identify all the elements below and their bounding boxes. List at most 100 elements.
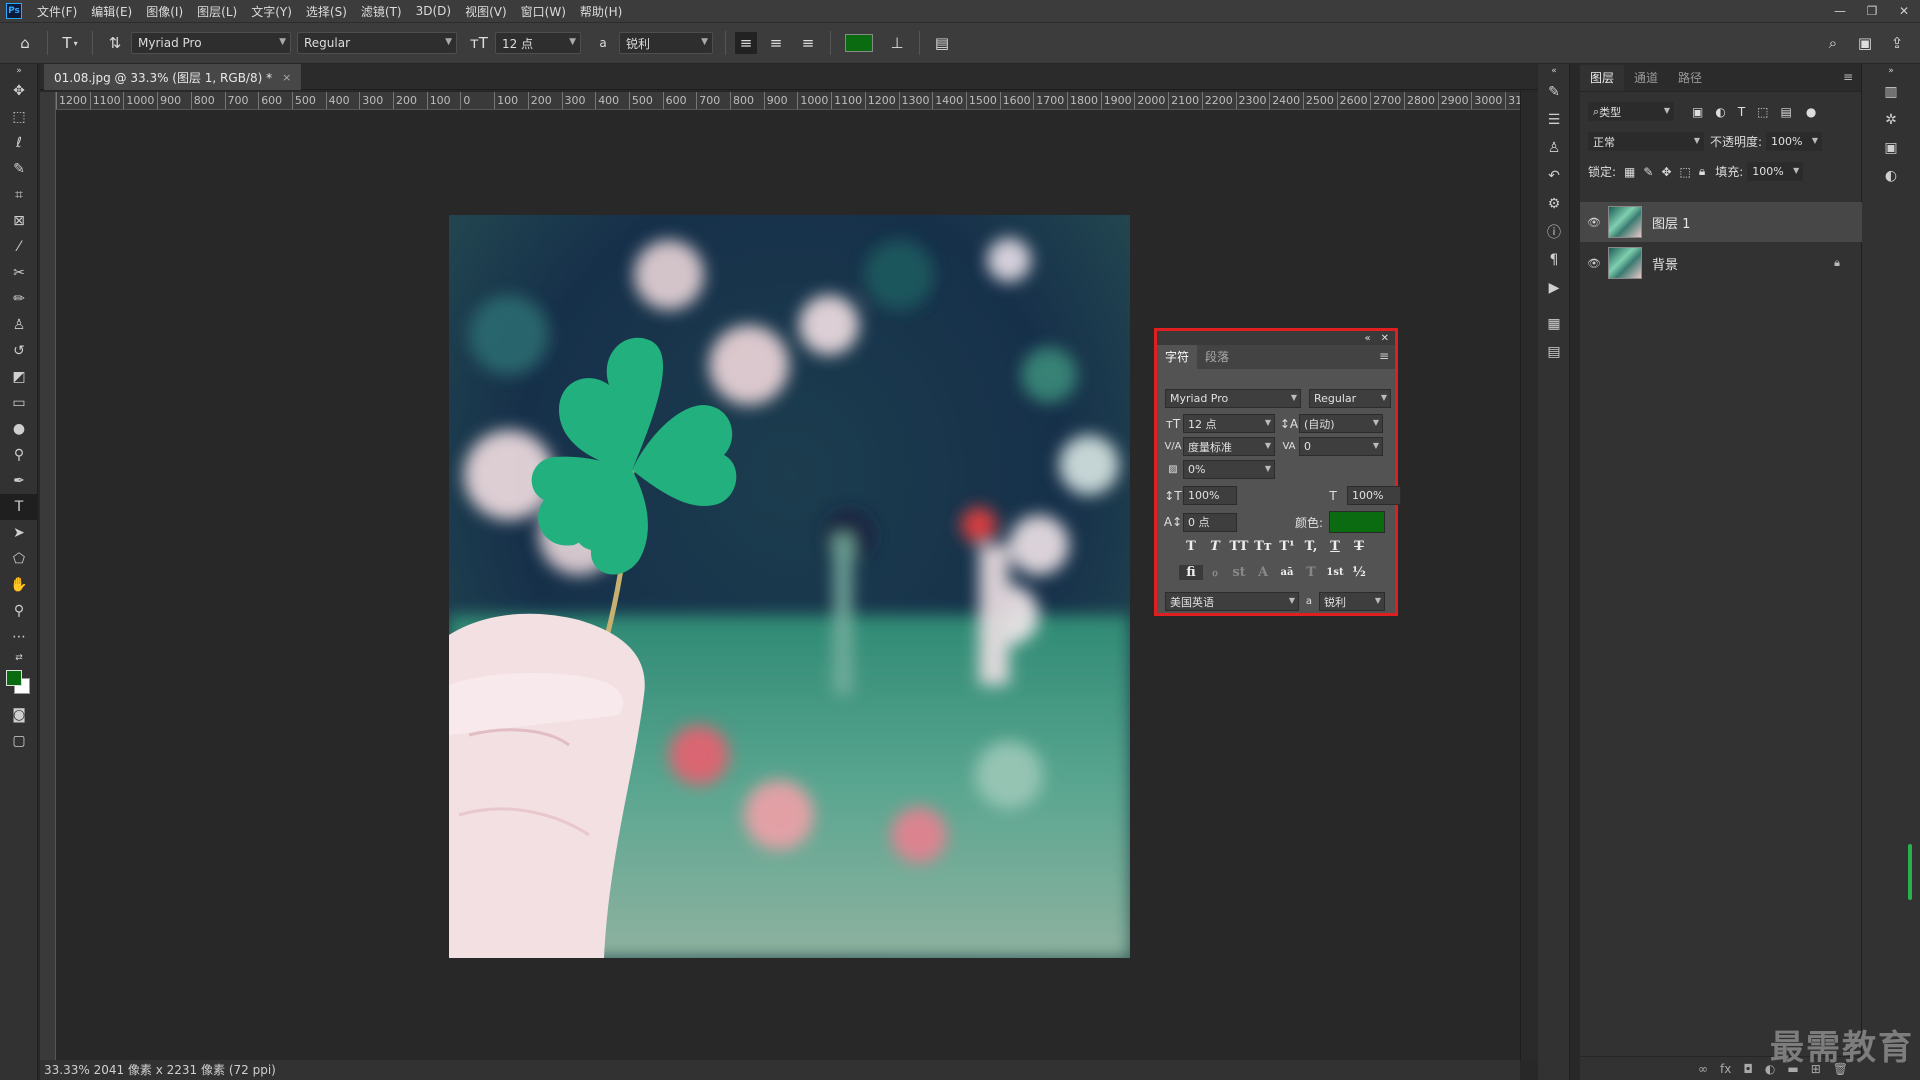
notes-icon[interactable]: ▤	[1538, 338, 1570, 366]
document-tab[interactable]: 01.08.jpg @ 33.3% (图层 1, RGB/8) * ×	[44, 64, 302, 90]
fill-input[interactable]: 100% ▼	[1747, 162, 1804, 181]
move-tool-icon[interactable]: ✥	[0, 78, 38, 104]
paragraph-styles-icon[interactable]: ¶	[1538, 246, 1570, 274]
char-leading-select[interactable]: (自动) ▼	[1299, 414, 1383, 433]
lock-artboard-icon[interactable]: ⬚	[1680, 165, 1691, 179]
swash-button[interactable]: A	[1251, 565, 1275, 580]
subscript-button[interactable]: T,	[1299, 539, 1323, 554]
superscript-button[interactable]: T¹	[1275, 539, 1299, 554]
char-tracking-select[interactable]: 0 ▼	[1299, 437, 1383, 456]
healing-brush-tool-icon[interactable]: ✂	[0, 260, 38, 286]
character-panel-toggle-icon[interactable]: ▤	[929, 30, 955, 56]
menu-layer[interactable]: 图层(L)	[190, 3, 244, 20]
lock-image-icon[interactable]: ✎	[1643, 165, 1653, 179]
layer-filter-kind-select[interactable]: ⌕ 类型 ▼	[1588, 102, 1674, 121]
warp-text-icon[interactable]: ⊥	[884, 30, 910, 56]
char-baseline-input[interactable]: 0 点	[1183, 512, 1237, 532]
search-icon[interactable]: ⌕	[1820, 30, 1846, 56]
properties-icon[interactable]: ⚙	[1538, 190, 1570, 218]
clone-source-icon[interactable]: ♙	[1538, 134, 1570, 162]
tab-paragraph[interactable]: 段落	[1197, 345, 1237, 369]
libraries-icon[interactable]: ▣	[1862, 134, 1920, 162]
blur-tool-icon[interactable]: ●	[0, 416, 38, 442]
toggle-text-orientation-icon[interactable]: ⇅	[102, 30, 128, 56]
language-select[interactable]: 美国英语 ▼	[1165, 592, 1299, 611]
type-tool-preset-icon[interactable]: T ▾	[57, 30, 83, 56]
menu-filter[interactable]: 滤镜(T)	[354, 3, 409, 20]
discretionary-ligatures-button[interactable]: ℴ	[1203, 565, 1227, 580]
layers-panel-menu-icon[interactable]: ≡	[1843, 70, 1853, 84]
titling-alternates-button[interactable]: T	[1299, 565, 1323, 580]
align-right-icon[interactable]: ≡	[795, 30, 821, 56]
menu-help[interactable]: 帮助(H)	[573, 3, 629, 20]
glyphs-icon[interactable]: ▦	[1538, 310, 1570, 338]
menu-edit[interactable]: 编辑(E)	[84, 3, 139, 20]
align-left-icon[interactable]: ≡	[735, 32, 757, 54]
lock-all-icon[interactable]: 🔒︎	[1699, 164, 1705, 179]
panel-menu-icon[interactable]: ≡	[1379, 349, 1389, 363]
font-style-select[interactable]: Regular ▼	[297, 32, 457, 54]
align-center-icon[interactable]: ≡	[763, 30, 789, 56]
quick-select-tool-icon[interactable]: ✎	[0, 156, 38, 182]
brush-tool-icon[interactable]: ✏	[0, 286, 38, 312]
font-family-select[interactable]: Myriad Pro ▼	[131, 32, 291, 54]
link-layers-icon[interactable]: ∞	[1698, 1062, 1708, 1076]
faux-italic-button[interactable]: T	[1203, 539, 1227, 554]
lock-position-icon[interactable]: ✥	[1661, 165, 1671, 179]
ordinals-button[interactable]: 1st	[1323, 567, 1347, 578]
close-panel-icon[interactable]: ✕	[1381, 333, 1389, 344]
menu-view[interactable]: 视图(V)	[458, 3, 514, 20]
document-image[interactable]	[449, 215, 1130, 958]
menu-file[interactable]: 文件(F)	[30, 3, 84, 20]
brushes-icon[interactable]: ☰	[1538, 106, 1570, 134]
type-tool-icon[interactable]: T	[0, 494, 38, 520]
more-tools-icon[interactable]: ⋯	[0, 624, 38, 650]
history-brush-tool-icon[interactable]: ↺	[0, 338, 38, 364]
workspace-icon[interactable]: ▣	[1852, 30, 1878, 56]
collapse-toolbar-icon[interactable]: »	[0, 64, 38, 78]
fractions-button[interactable]: ½	[1347, 565, 1371, 580]
layer-style-icon[interactable]: fx	[1720, 1062, 1731, 1076]
eraser-tool-icon[interactable]: ◩	[0, 364, 38, 390]
lasso-tool-icon[interactable]: ℓ	[0, 130, 38, 156]
hand-tool-icon[interactable]: ✋	[0, 572, 38, 598]
filter-type-icon[interactable]: T	[1738, 105, 1745, 119]
ligatures-button[interactable]: fi	[1179, 565, 1203, 580]
char-size-select[interactable]: 12 点 ▼	[1183, 414, 1275, 433]
gradient-tool-icon[interactable]: ▭	[0, 390, 38, 416]
tab-layers[interactable]: 图层	[1580, 65, 1625, 91]
actions-play-icon[interactable]: ▶	[1538, 274, 1570, 302]
strikethrough-button[interactable]: T	[1347, 539, 1371, 554]
foreground-color-swatch[interactable]	[6, 670, 22, 686]
tab-channels[interactable]: 通道	[1624, 65, 1668, 91]
screen-mode-icon[interactable]: ▢	[0, 728, 38, 754]
navigator-icon[interactable]: ✲	[1862, 106, 1920, 134]
history-icon[interactable]: ↶	[1538, 162, 1570, 190]
filter-pixel-icon[interactable]: ▣	[1692, 105, 1703, 119]
char-kerning-select[interactable]: 度量标准 ▼	[1183, 437, 1275, 456]
char-color-swatch[interactable]	[1329, 511, 1386, 533]
collapse-panel-icon[interactable]: «	[1364, 333, 1370, 344]
layer-row-background[interactable]: 👁︎ 背景 🔒︎	[1580, 243, 1862, 283]
filter-toggle-icon[interactable]: ●	[1806, 105, 1816, 119]
filter-shape-icon[interactable]: ⬚	[1757, 105, 1768, 119]
menu-3d[interactable]: 3D(D)	[409, 4, 458, 18]
font-size-select[interactable]: 12 点 ▼	[495, 32, 581, 54]
char-font-family-select[interactable]: Myriad Pro ▼	[1165, 389, 1301, 408]
crop-tool-icon[interactable]: ⌗	[0, 182, 38, 208]
text-color-swatch[interactable]	[845, 34, 873, 52]
info-icon[interactable]: ⓘ	[1538, 218, 1570, 246]
lock-transparent-icon[interactable]: ▦	[1624, 165, 1635, 179]
char-vscale-input[interactable]: 100%	[1183, 486, 1237, 505]
blend-mode-select[interactable]: 正常 ▼	[1588, 132, 1704, 151]
dodge-tool-icon[interactable]: ⚲	[0, 442, 38, 468]
collapse-dock-icon[interactable]: »	[1862, 64, 1920, 78]
filter-adjustment-icon[interactable]: ◐	[1715, 105, 1725, 119]
visibility-eye-icon[interactable]: 👁︎	[1580, 216, 1608, 229]
tab-character[interactable]: 字符	[1157, 345, 1198, 369]
quick-mask-icon[interactable]: ◙	[0, 702, 38, 728]
small-caps-button[interactable]: Tт	[1251, 539, 1275, 554]
char-tsume-select[interactable]: 0% ▼	[1183, 460, 1275, 479]
clone-stamp-tool-icon[interactable]: ♙	[0, 312, 38, 338]
tab-paths[interactable]: 路径	[1668, 65, 1712, 91]
